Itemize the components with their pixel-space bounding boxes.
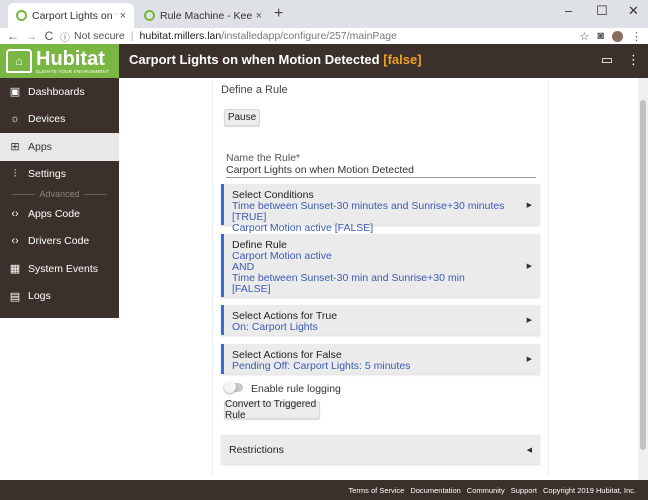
- sidebar-item-label: Settings: [28, 168, 66, 181]
- sidebar-item-label: Devices: [28, 113, 66, 126]
- hubitat-logo[interactable]: ⌂ Hubitat ELEVATE YOUR ENVIRONMENT: [0, 44, 119, 78]
- sidebar-item-label: Apps Code: [28, 207, 80, 220]
- new-tab-button[interactable]: +: [274, 5, 283, 23]
- tab-close-icon[interactable]: ×: [256, 10, 262, 22]
- browser-tab-inactive[interactable]: Rule Machine - Keep Lights ON ×: [136, 3, 270, 28]
- bookmark-star-icon[interactable]: ☆: [579, 30, 589, 43]
- rule-logging-label: Enable rule logging: [251, 383, 341, 395]
- sidebar-item-dashboards[interactable]: ▣ Dashboards: [0, 78, 119, 106]
- sidebar-item-label: System Events: [28, 262, 99, 275]
- apps-grid-icon: ⊞: [10, 141, 20, 154]
- chevron-right-icon: ▶: [526, 317, 532, 324]
- browser-toolbar: ← → C ⓘ Not secure | hubitat.millers.lan…: [0, 28, 648, 44]
- advanced-divider: Advanced: [0, 188, 119, 200]
- reload-icon[interactable]: C: [40, 29, 58, 43]
- select-conditions-card[interactable]: Select Conditions Time between Sunset-30…: [221, 184, 540, 234]
- rule-name-input[interactable]: [226, 162, 536, 178]
- advanced-label: Advanced: [39, 189, 80, 199]
- sidebar-item-system-events[interactable]: ▦ System Events: [0, 255, 119, 283]
- card-line: Carport Motion active: [232, 250, 332, 262]
- sliders-icon: ⫶: [13, 167, 17, 180]
- page-scrollbar[interactable]: [638, 78, 648, 480]
- browser-tab-active[interactable]: Carport Lights on when Motion D ×: [8, 3, 134, 28]
- browser-tab-strip: Carport Lights on when Motion D × Rule M…: [0, 0, 648, 28]
- document-icon: ▤: [9, 290, 21, 303]
- tab-title: Rule Machine - Keep Lights ON: [160, 9, 252, 22]
- address-bar[interactable]: ⓘ Not secure | hubitat.millers.lan /inst…: [60, 28, 397, 44]
- sidebar-item-apps-code[interactable]: ‹› Apps Code: [0, 200, 119, 228]
- card-line: Pending Off: Carport Lights: 5 minutes: [232, 360, 411, 372]
- brand-name: Hubitat: [36, 47, 105, 70]
- house-icon: ⌂: [6, 49, 32, 73]
- card-line: Time between Sunset-30 minutes and Sunri…: [232, 200, 505, 223]
- hubitat-favicon-icon: [144, 10, 155, 21]
- security-label: Not secure: [74, 30, 125, 42]
- profile-avatar[interactable]: [612, 30, 623, 42]
- restrictions-card[interactable]: Restrictions ◀: [221, 435, 540, 464]
- actions-false-card[interactable]: Select Actions for False Pending Off: Ca…: [221, 344, 540, 374]
- toolbar-right: ☆ ◙ ⋮: [579, 28, 642, 44]
- card-line: On: Carport Lights: [232, 321, 318, 333]
- rule-state-flag: [false]: [383, 52, 422, 67]
- address-host: hubitat.millers.lan: [139, 30, 222, 42]
- header-icons: ▭ ⋮: [601, 52, 640, 68]
- address-path: /installedapp/configure/257/mainPage: [221, 30, 397, 42]
- card-line: [FALSE]: [232, 283, 271, 295]
- card-line: Time between Sunset-30 min and Sunrise+3…: [232, 272, 465, 284]
- pause-button[interactable]: Pause: [224, 109, 260, 126]
- footer-link-community[interactable]: Community: [467, 486, 505, 495]
- address-separator: |: [130, 30, 134, 42]
- brand-tagline: ELEVATE YOUR ENVIRONMENT: [36, 68, 110, 74]
- rule-logging-toggle[interactable]: [224, 381, 243, 393]
- card-line: Carport Motion active [FALSE]: [232, 222, 374, 234]
- minimize-button[interactable]: –: [565, 3, 572, 18]
- code-icon: ‹›: [11, 235, 19, 248]
- lightbulb-icon: ☼: [9, 113, 21, 126]
- calendar-icon: ▦: [9, 263, 21, 276]
- page-title: Carport Lights on when Motion Detected […: [129, 52, 422, 67]
- code-icon: ‹›: [11, 207, 19, 220]
- chevron-right-icon: ▶: [526, 356, 532, 363]
- browser-menu-icon[interactable]: ⋮: [631, 30, 642, 43]
- actions-true-card[interactable]: Select Actions for True On: Carport Ligh…: [221, 305, 540, 335]
- sidebar-item-logs[interactable]: ▤ Logs: [0, 283, 119, 311]
- section-title: Define a Rule: [221, 84, 288, 96]
- extension-icon[interactable]: ◙: [597, 30, 604, 42]
- convert-to-triggered-rule-button[interactable]: Convert to Triggered Rule: [224, 399, 320, 421]
- sidebar-item-label: Apps: [28, 140, 52, 153]
- footer-link-support[interactable]: Support: [511, 486, 537, 495]
- sidebar-item-label: Dashboards: [28, 85, 85, 98]
- footer-copyright: Copyright 2019 Hubitat, Inc.: [543, 485, 636, 495]
- define-rule-card[interactable]: Define Rule Carport Motion active AND Ti…: [221, 234, 540, 297]
- sidebar: ▣ Dashboards ☼ Devices ⊞ Apps ⫶ Settings…: [0, 78, 119, 318]
- tab-close-icon[interactable]: ×: [120, 10, 126, 22]
- sidebar-item-label: Drivers Code: [28, 235, 90, 248]
- card-title: Restrictions: [229, 443, 284, 456]
- sidebar-item-drivers-code[interactable]: ‹› Drivers Code: [0, 228, 119, 256]
- close-window-button[interactable]: ✕: [628, 3, 639, 19]
- feedback-icon[interactable]: ▭: [601, 52, 613, 68]
- page-title-text: Carport Lights on when Motion Detected: [129, 52, 380, 67]
- info-icon: ⓘ: [60, 32, 70, 44]
- scrollbar-thumb[interactable]: [640, 100, 646, 450]
- hubitat-favicon-icon: [16, 10, 27, 21]
- toggle-knob: [224, 381, 236, 393]
- back-arrow-icon[interactable]: ←: [4, 29, 22, 43]
- sidebar-item-label: Logs: [28, 290, 51, 303]
- page-footer: Terms of Service Documentation Community…: [0, 480, 648, 500]
- footer-link-documentation[interactable]: Documentation: [410, 486, 460, 495]
- chevron-right-icon: ▶: [526, 262, 532, 270]
- sidebar-item-apps[interactable]: ⊞ Apps: [0, 133, 119, 161]
- dashboard-icon: ▣: [9, 86, 21, 99]
- maximize-button[interactable]: ☐: [596, 3, 608, 19]
- footer-link-terms[interactable]: Terms of Service: [348, 486, 404, 495]
- forward-arrow-icon[interactable]: →: [22, 29, 40, 43]
- more-menu-icon[interactable]: ⋮: [627, 52, 640, 68]
- chevron-right-icon: ▶: [526, 201, 532, 209]
- tab-title: Carport Lights on when Motion D: [32, 9, 116, 22]
- sidebar-item-settings[interactable]: ⫶ Settings: [0, 161, 119, 189]
- chevron-left-icon: ◀: [526, 446, 532, 454]
- sidebar-item-devices[interactable]: ☼ Devices: [0, 106, 119, 134]
